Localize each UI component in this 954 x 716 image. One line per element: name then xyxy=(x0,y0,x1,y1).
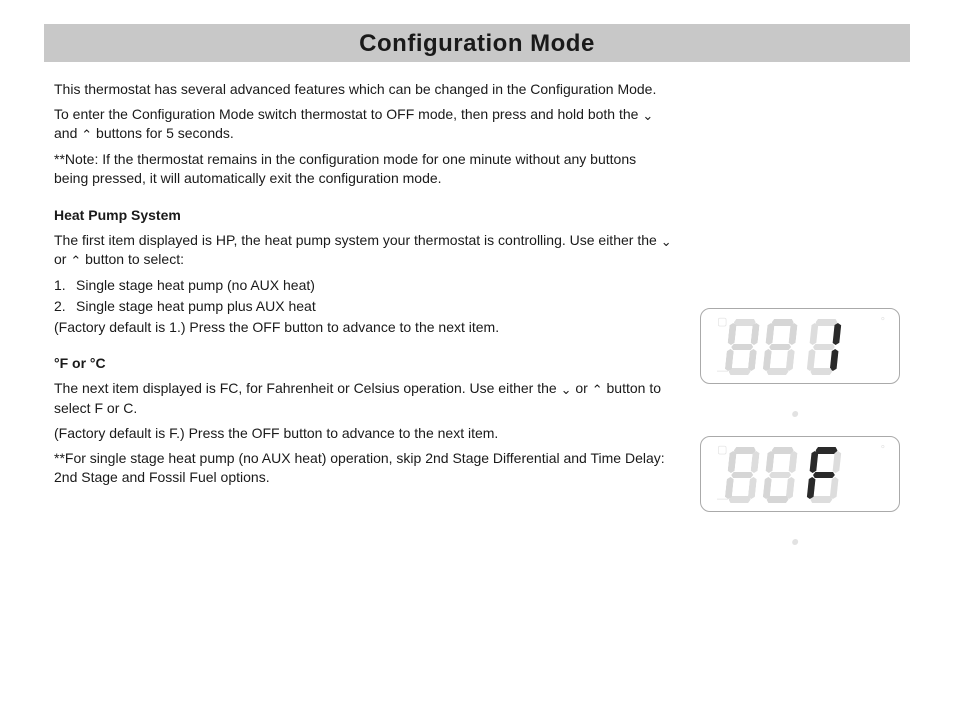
enter-part3: buttons for 5 seconds. xyxy=(96,125,234,141)
lcd-decimal xyxy=(792,539,799,545)
lcd-digit-1 xyxy=(724,447,760,503)
hp-option-2: 2.Single stage heat pump plus AUX heat xyxy=(54,297,674,316)
section-header: Configuration Mode xyxy=(44,24,910,62)
chevron-up-icon: ⌃ xyxy=(70,252,81,270)
chevron-down-icon: ⌄ xyxy=(661,233,672,251)
hp-option-1: 1.Single stage heat pump (no AUX heat) xyxy=(54,276,674,295)
body-copy: This thermostat has several advanced fea… xyxy=(54,80,674,492)
intro-text: This thermostat has several advanced fea… xyxy=(54,80,674,99)
chevron-up-icon: ⌃ xyxy=(592,381,603,399)
lcd-digit-1 xyxy=(724,319,760,375)
fc-tail: (Factory default is F.) Press the OFF bu… xyxy=(54,424,674,443)
config-timeout-note: **Note: If the thermostat remains in the… xyxy=(54,150,674,188)
chevron-up-icon: ⌃ xyxy=(81,126,92,144)
lcd-digit-2 xyxy=(762,319,798,375)
lcd-digit-3 xyxy=(806,447,842,503)
lcd-display-fc: ▢ ° — xyxy=(700,436,900,512)
hp-line: The first item displayed is HP, the heat… xyxy=(54,231,674,270)
degree-icon: ° xyxy=(881,443,885,458)
battery-icon: ▢ xyxy=(717,315,727,330)
enter-instructions: To enter the Configuration Mode switch t… xyxy=(54,105,674,144)
enter-part1: To enter the Configuration Mode switch t… xyxy=(54,106,642,122)
footnote-text: **For single stage heat pump (no AUX hea… xyxy=(54,449,674,487)
fc-section: °F or °C The next item displayed is FC, … xyxy=(54,354,674,442)
lcd-display-hp: ▢ ° — xyxy=(700,308,900,384)
hp-options: 1.Single stage heat pump (no AUX heat) 2… xyxy=(54,276,674,316)
heat-pump-section: Heat Pump System The first item displaye… xyxy=(54,206,674,337)
page-title: Configuration Mode xyxy=(44,28,910,60)
chevron-down-icon: ⌄ xyxy=(642,107,653,125)
fc-line: The next item displayed is FC, for Fahre… xyxy=(54,379,674,417)
manual-page: Configuration Mode This thermostat has s… xyxy=(0,0,954,716)
battery-icon: ▢ xyxy=(717,443,727,458)
lcd-digit-3 xyxy=(806,319,842,375)
lcd-decimal xyxy=(792,411,799,417)
fc-lead: °F or °C xyxy=(54,355,106,371)
chevron-down-icon: ⌄ xyxy=(561,381,572,399)
lcd-digit-2 xyxy=(762,447,798,503)
degree-icon: ° xyxy=(881,315,885,330)
hp-tail: (Factory default is 1.) Press the OFF bu… xyxy=(54,318,674,337)
enter-part2: and xyxy=(54,125,81,141)
hp-lead: Heat Pump System xyxy=(54,207,181,223)
